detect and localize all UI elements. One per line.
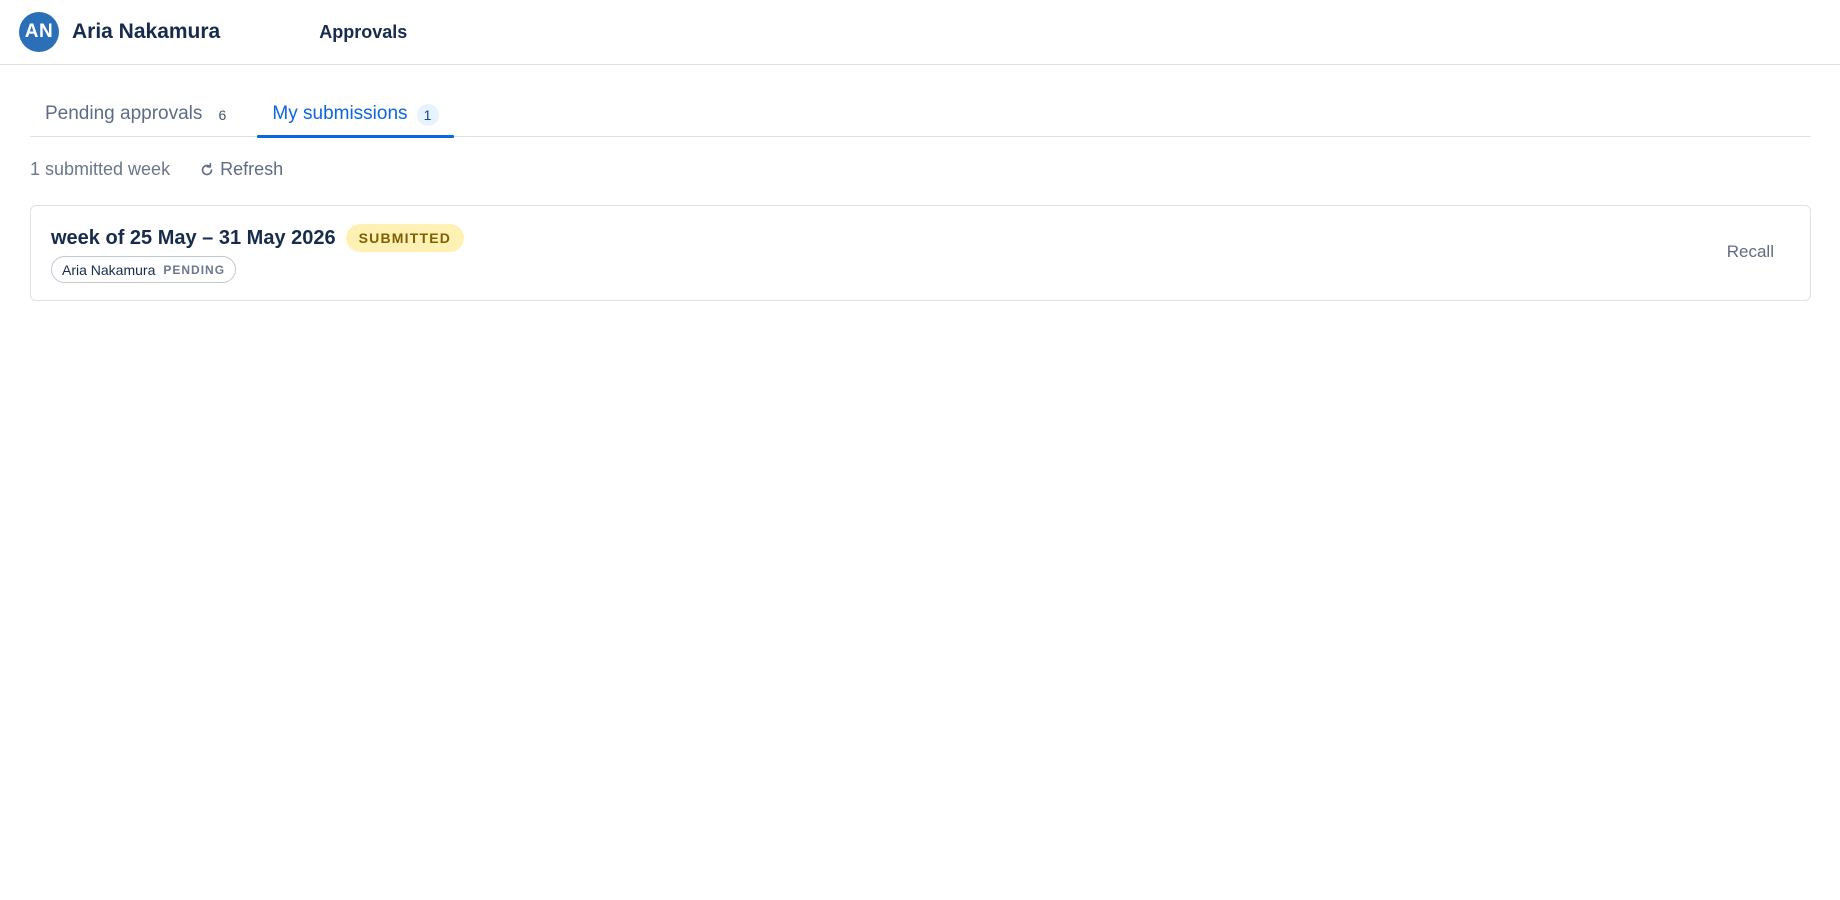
status-badge: SUBMITTED [345,224,465,252]
refresh-button[interactable]: Refresh [199,159,283,180]
submission-week-title: week of 25 May – 31 May 2026 [51,226,336,249]
approver-status: PENDING [163,262,226,277]
submission-count-summary: 1 submitted week [30,159,171,179]
nav-item-approvals[interactable]: Approvals [319,22,407,43]
tab-count-badge: 6 [218,107,227,123]
refresh-label: Refresh [220,159,284,179]
submission-title-row: week of 25 May – 31 May 2026 SUBMITTED [51,224,465,252]
user-name: Aria Nakamura [72,20,221,43]
avatar[interactable]: AN [19,12,59,52]
tab-count-badge: 1 [416,104,439,126]
approver-name: Aria Nakamura [62,261,156,278]
tab-bar: Pending approvals 6 My submissions 1 [30,95,1811,138]
recall-button[interactable]: Recall [1727,242,1774,262]
refresh-icon [201,162,213,175]
top-header: AN Aria Nakamura Approvals [0,0,1840,65]
approver-chip: Aria Nakamura PENDING [51,256,237,283]
tab-label: Pending approvals [45,103,203,124]
tab-pending-approvals[interactable]: Pending approvals 6 [30,95,248,137]
tab-my-submissions[interactable]: My submissions 1 [257,95,454,138]
submissions-toolbar: 1 submitted week Refresh [30,159,283,180]
submission-card: week of 25 May – 31 May 2026 SUBMITTED A… [30,205,1811,301]
tab-label: My submissions [272,103,408,124]
